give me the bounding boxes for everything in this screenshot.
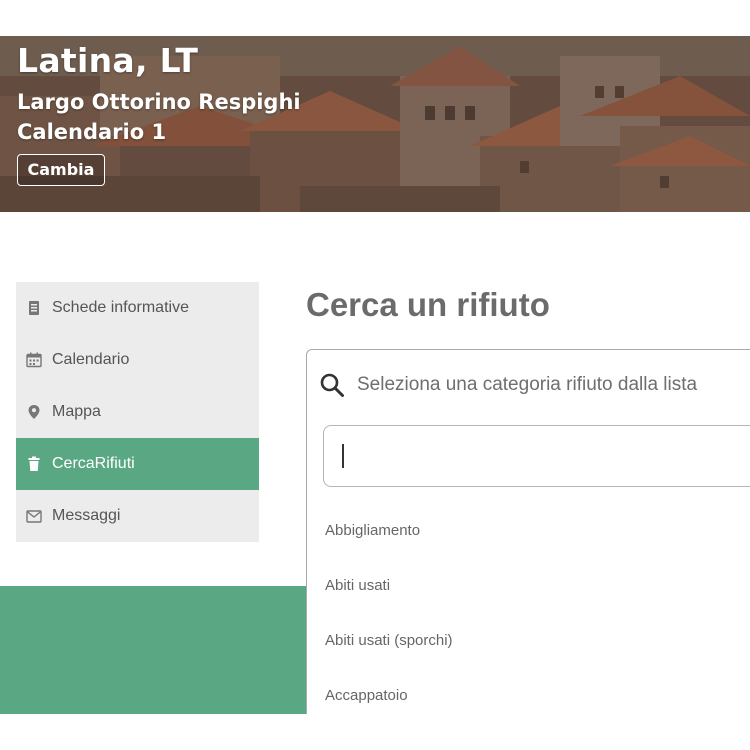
search-icon	[320, 373, 344, 397]
sidebar-item-messaggi[interactable]: Messaggi	[16, 490, 259, 542]
document-icon	[26, 300, 42, 316]
sidebar-item-schede-informative[interactable]: Schede informative	[16, 282, 259, 334]
envelope-icon	[26, 508, 42, 524]
sidebar-item-cercarifiuti[interactable]: CercaRifiuti	[16, 438, 259, 490]
change-button[interactable]: Cambia	[17, 154, 105, 186]
list-item[interactable]: Abiti usati	[307, 558, 750, 613]
sidebar-item-mappa[interactable]: Mappa	[16, 386, 259, 438]
sidebar-item-label: Mappa	[52, 403, 101, 420]
sidebar-item-label: Schede informative	[52, 299, 189, 316]
trash-icon	[26, 456, 42, 472]
sidebar-item-label: Messaggi	[52, 507, 121, 524]
map-pin-icon	[26, 404, 42, 420]
address-label: Largo Ottorino Respighi	[17, 90, 301, 114]
option-list: Abbigliamento Abiti usati Abiti usati (s…	[307, 503, 750, 714]
sidebar-item-label: Calendario	[52, 351, 130, 368]
list-item[interactable]: Abbigliamento	[307, 503, 750, 558]
search-input[interactable]	[323, 425, 750, 487]
header-banner: Latina, LT Largo Ottorino Respighi Calen…	[0, 36, 750, 212]
list-item[interactable]: Abiti usati (sporchi)	[307, 613, 750, 668]
calendar-icon	[26, 352, 42, 368]
sidebar-item-label: CercaRifiuti	[52, 455, 135, 472]
calendar-label: Calendario 1	[17, 120, 167, 144]
city-title: Latina, LT	[17, 41, 199, 80]
dropdown-header[interactable]: Seleziona una categoria rifiuto dalla li…	[319, 372, 697, 398]
footer-accent-block	[0, 586, 310, 714]
text-cursor	[342, 444, 344, 468]
dropdown-placeholder: Seleziona una categoria rifiuto dalla li…	[357, 374, 698, 395]
sidebar: Schede informative Calendario Mappa Cerc…	[16, 282, 259, 542]
page-title: Cerca un rifiuto	[306, 286, 550, 323]
sidebar-item-calendario[interactable]: Calendario	[16, 334, 259, 386]
list-item[interactable]: Accappatoio	[307, 668, 750, 714]
waste-category-dropdown: Seleziona una categoria rifiuto dalla li…	[306, 349, 750, 714]
